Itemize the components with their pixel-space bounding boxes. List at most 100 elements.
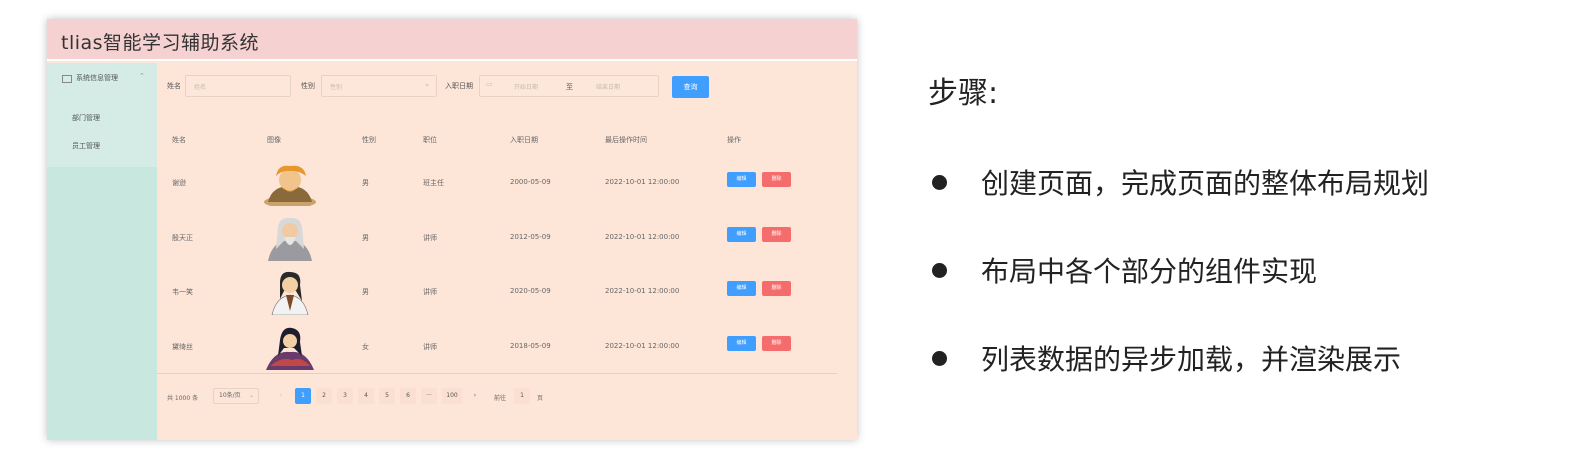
main-content: 姓名 姓名 性别 性别 ⌄ 入职日期 ▭ 开始日期 至 结束日期 查询 姓名 图… <box>157 63 857 440</box>
note-step-text: 布局中各个部分的组件实现 <box>981 255 1318 288</box>
employee-avatar <box>268 217 312 261</box>
sidebar-item-dept[interactable]: 部门管理 <box>72 113 100 123</box>
query-button[interactable]: 查询 <box>672 76 709 98</box>
page-ellipsis[interactable]: ··· <box>421 388 437 404</box>
search-form: 姓名 姓名 性别 性别 ⌄ 入职日期 ▭ 开始日期 至 结束日期 查询 <box>157 75 857 98</box>
table-row: 黛绮丝 女 讲师 2018-05-09 2022-10-01 12:00:00 … <box>157 321 847 375</box>
table-row: 韦一笑 男 讲师 2020-05-09 2022-10-01 12:00:00 … <box>157 266 847 320</box>
cell-updated: 2022-10-01 12:00:00 <box>605 233 680 241</box>
cell-gender: 男 <box>362 179 369 187</box>
sidebar-group-system[interactable]: 系统信息管理 ⌃ <box>47 63 157 99</box>
cell-gender: 女 <box>362 343 369 351</box>
cell-updated: 2022-10-01 12:00:00 <box>605 178 680 186</box>
page-button[interactable]: 6 <box>400 388 416 404</box>
sidebar-submenu: 部门管理 员工管理 <box>47 99 157 167</box>
goto-suffix: 页 <box>537 395 544 402</box>
page-button[interactable]: 2 <box>316 388 332 404</box>
delete-button[interactable]: 删除 <box>762 281 791 296</box>
sidebar-group-label: 系统信息管理 <box>76 74 118 82</box>
cell-gender: 男 <box>362 234 369 242</box>
chevron-left-icon[interactable]: ‹ <box>273 388 289 404</box>
note-step: 创建页面，完成页面的整体布局规划 <box>932 162 1429 202</box>
cell-entry-date: 2018-05-09 <box>510 342 551 350</box>
page-size-value: 10条/页 <box>219 392 241 399</box>
edit-button[interactable]: 编辑 <box>727 281 756 296</box>
delete-button[interactable]: 删除 <box>762 172 791 187</box>
notes-title: 步骤: <box>928 76 999 111</box>
delete-button[interactable]: 删除 <box>762 336 791 351</box>
cell-position: 讲师 <box>423 288 437 296</box>
cell-name: 韦一笑 <box>172 288 193 296</box>
chevron-up-icon: ⌃ <box>139 72 145 80</box>
name-label: 姓名 <box>167 82 181 90</box>
date-range-picker[interactable]: ▭ 开始日期 至 结束日期 <box>479 75 659 97</box>
page-size-select[interactable]: 10条/页 ⌄ <box>213 388 259 404</box>
goto-prefix: 前往 <box>494 395 507 402</box>
page-button[interactable]: 100 <box>442 388 462 404</box>
gender-label: 性别 <box>301 82 315 90</box>
employee-avatar <box>271 271 309 315</box>
chevron-down-icon: ⌄ <box>424 80 430 88</box>
app-title: tlias智能学习辅助系统 <box>61 32 260 54</box>
table-row: 殷天正 男 讲师 2012-05-09 2022-10-01 12:00:00 … <box>157 212 847 266</box>
page-button[interactable]: 4 <box>358 388 374 404</box>
employee-avatar <box>266 327 314 370</box>
th-updated: 最后操作时间 <box>605 136 647 144</box>
table-header: 姓名 图像 性别 职位 入职日期 最后操作时间 操作 <box>157 135 847 155</box>
message-icon <box>62 75 72 83</box>
range-separator: 至 <box>566 83 573 91</box>
th-name: 姓名 <box>172 136 186 144</box>
cell-gender: 男 <box>362 288 369 296</box>
th-entry-date: 入职日期 <box>510 136 538 144</box>
cell-name: 殷天正 <box>172 234 193 242</box>
employee-avatar <box>264 165 316 206</box>
name-placeholder: 姓名 <box>194 84 207 91</box>
cell-entry-date: 2000-05-09 <box>510 178 551 186</box>
cell-position: 班主任 <box>423 179 444 187</box>
th-position: 职位 <box>423 136 437 144</box>
name-input[interactable]: 姓名 <box>185 75 291 97</box>
goto-input[interactable]: 1 <box>514 388 530 404</box>
page-button[interactable]: 1 <box>295 388 311 404</box>
cell-entry-date: 2020-05-09 <box>510 287 551 295</box>
cell-position: 讲师 <box>423 343 437 351</box>
sidebar: 系统信息管理 ⌃ 部门管理 员工管理 <box>47 63 157 440</box>
table-divider <box>157 373 837 374</box>
calendar-icon: ▭ <box>486 80 493 88</box>
chevron-down-icon: ⌄ <box>248 392 254 399</box>
edit-button[interactable]: 编辑 <box>727 336 756 351</box>
app-header: tlias智能学习辅助系统 <box>47 19 857 61</box>
page-button[interactable]: 5 <box>379 388 395 404</box>
note-step: 列表数据的异步加载，并渲染展示 <box>932 338 1401 378</box>
bullet-icon <box>932 174 947 190</box>
edit-button[interactable]: 编辑 <box>727 227 756 242</box>
note-step-text: 创建页面，完成页面的整体布局规划 <box>981 167 1430 200</box>
bullet-icon <box>932 350 947 366</box>
chevron-right-icon[interactable]: › <box>467 388 483 404</box>
gender-placeholder: 性别 <box>330 84 343 91</box>
edit-button[interactable]: 编辑 <box>727 172 756 187</box>
note-step-text: 列表数据的异步加载，并渲染展示 <box>981 343 1402 376</box>
cell-updated: 2022-10-01 12:00:00 <box>605 342 680 350</box>
page-button[interactable]: 3 <box>337 388 353 404</box>
delete-button[interactable]: 删除 <box>762 227 791 242</box>
cell-name: 黛绮丝 <box>172 343 193 351</box>
start-date-placeholder: 开始日期 <box>514 84 539 91</box>
end-date-placeholder: 结束日期 <box>596 84 621 91</box>
cell-entry-date: 2012-05-09 <box>510 233 551 241</box>
cell-updated: 2022-10-01 12:00:00 <box>605 287 680 295</box>
pagination: 共 1000 条 10条/页 ⌄ ‹ 1 2 3 4 5 6 ··· 100 ›… <box>157 388 847 408</box>
th-actions: 操作 <box>727 136 741 144</box>
cell-name: 谢逊 <box>172 179 186 187</box>
note-step: 布局中各个部分的组件实现 <box>932 250 1317 290</box>
sidebar-item-emp[interactable]: 员工管理 <box>72 141 100 151</box>
bullet-icon <box>932 262 947 278</box>
date-label: 入职日期 <box>445 82 473 90</box>
pagination-total: 共 1000 条 <box>167 395 199 402</box>
cell-position: 讲师 <box>423 234 437 242</box>
table-row: 谢逊 男 班主任 2000-05-09 2022-10-01 12:00:00 … <box>157 157 847 211</box>
app-window: tlias智能学习辅助系统 系统信息管理 ⌃ 部门管理 员工管理 姓名 姓名 性… <box>47 19 857 440</box>
gender-select[interactable]: 性别 ⌄ <box>321 75 437 97</box>
th-image: 图像 <box>267 136 281 144</box>
th-gender: 性别 <box>362 136 376 144</box>
